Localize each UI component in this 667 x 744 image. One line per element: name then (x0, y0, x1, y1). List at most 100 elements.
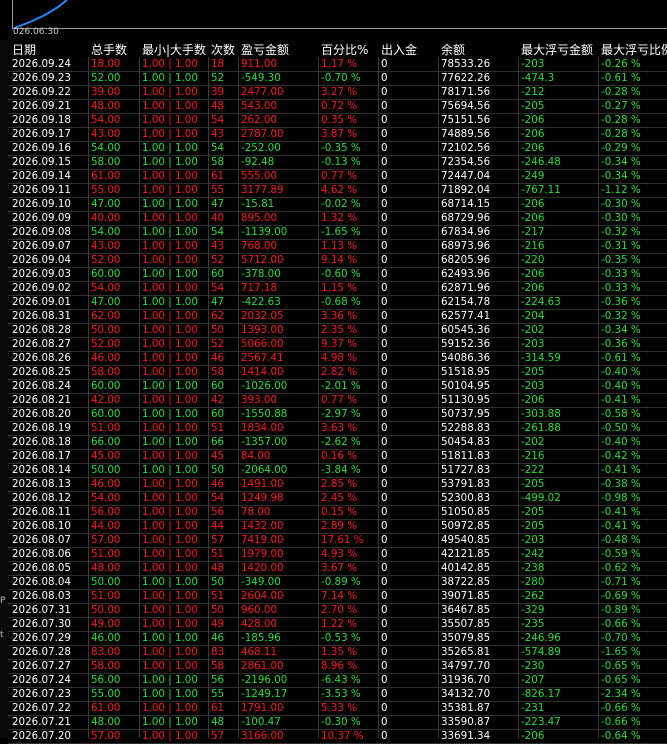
table-row[interactable]: 2026.08.12 54.00 1.00 | 1.00 54 1249.98 2.45 … (8, 491, 667, 506)
table-row[interactable]: 2026.07.28 83.00 1.00 | 1.00 83 468.11 1.35 %… (8, 645, 667, 660)
table-row[interactable]: 2026.09.09 40.00 1.00 | 1.00 40 895.00 1.32 %… (8, 211, 667, 226)
col-header-min-max-lots[interactable]: 最小|大手数 (142, 41, 206, 58)
cell-balance: 75694.56 (441, 100, 491, 112)
cell-date: 2026.08.12 (12, 492, 71, 504)
table-row[interactable]: 2026.09.16 54.00 1.00 | 1.00 54 -252.00 -0.35… (8, 141, 667, 156)
col-header-max-float-loss-pct[interactable]: 最大浮亏比例 (601, 41, 667, 58)
cell-max-float-loss-pct: -0.31 % (601, 240, 641, 252)
table-row[interactable]: 2026.09.15 58.00 1.00 | 1.00 58 -92.48 -0.13 … (8, 155, 667, 170)
table-row[interactable]: 2026.07.21 48.00 1.00 | 1.00 48 -100.47 -0.30… (8, 715, 667, 730)
cell-deposit-withdraw: 0 (381, 520, 388, 532)
table-row[interactable]: 2026.08.05 48.00 1.00 | 1.00 48 1420.00 3.67 … (8, 561, 667, 576)
table-row[interactable]: 2026.09.04 52.00 1.00 | 1.00 52 5712.00 9.14 … (8, 253, 667, 268)
cell-max-float-loss-pct: -0.32 % (601, 226, 641, 238)
table-row[interactable]: 2026.08.17 45.00 1.00 | 1.00 45 84.00 0.16 % 0… (8, 449, 667, 464)
table-row[interactable]: 2026.08.25 58.00 1.00 | 1.00 58 1414.00 2.82 … (8, 365, 667, 380)
table-row[interactable]: 2026.07.22 61.00 1.00 | 1.00 61 1791.00 5.33 … (8, 701, 667, 716)
table-row[interactable]: 2026.07.27 58.00 1.00 | 1.00 58 2861.00 8.96 … (8, 659, 667, 674)
cell-percent: 17.61 % (321, 534, 364, 546)
table-row[interactable]: 2026.08.28 50.00 1.00 | 1.00 50 1393.00 2.35 … (8, 323, 667, 338)
table-row[interactable]: 2026.09.18 54.00 1.00 | 1.00 54 262.00 0.35 %… (8, 113, 667, 128)
cell-total-lots: 39.00 (91, 86, 121, 98)
cell-date: 2026.08.31 (12, 310, 71, 322)
table-row[interactable]: 2026.08.14 50.00 1.00 | 1.00 50 -2064.00 -3.8… (8, 463, 667, 478)
table-row[interactable]: 2026.09.24 18.00 1.00 | 1.00 18 911.00 1.17 %… (8, 57, 667, 72)
table-row[interactable]: 2026.08.07 57.00 1.00 | 1.00 57 7419.00 17.61… (8, 533, 667, 548)
cell-deposit-withdraw: 0 (381, 254, 388, 266)
cell-deposit-withdraw: 0 (381, 86, 388, 98)
cell-percent: 0.77 % (321, 394, 357, 406)
col-header-count[interactable]: 次数 (211, 41, 235, 58)
table-row[interactable]: 2026.07.31 50.00 1.00 | 1.00 50 960.00 2.70 %… (8, 603, 667, 618)
cell-pnl: -378.00 (241, 268, 281, 280)
col-header-percent[interactable]: 百分比% (321, 41, 368, 58)
table-row[interactable]: 2026.08.13 46.00 1.00 | 1.00 46 1491.00 2.85 … (8, 477, 667, 492)
table-row[interactable]: 2026.09.08 54.00 1.00 | 1.00 54 -1139.00 -1.6… (8, 225, 667, 240)
table-row[interactable]: 2026.08.18 66.00 1.00 | 1.00 66 -1357.00 -2.6… (8, 435, 667, 450)
cell-total-lots: 54.00 (91, 282, 121, 294)
col-header-balance[interactable]: 余额 (441, 41, 465, 58)
table-row[interactable]: 2026.08.06 51.00 1.00 | 1.00 51 1979.00 4.93 … (8, 547, 667, 562)
col-header-total-lots[interactable]: 总手数 (91, 41, 127, 58)
table-row[interactable]: 2026.08.20 60.00 1.00 | 1.00 60 -1550.88 -2.9… (8, 407, 667, 422)
table-row[interactable]: 2026.07.24 56.00 1.00 | 1.00 56 -2196.00 -6.4… (8, 673, 667, 688)
cell-max-float-loss: -574.89 (521, 646, 561, 658)
table-row[interactable]: 2026.08.21 42.00 1.00 | 1.00 42 393.00 0.77 %… (8, 393, 667, 408)
table-row[interactable]: 2026.09.17 43.00 1.00 | 1.00 43 2787.00 3.87 … (8, 127, 667, 142)
cell-date: 2026.08.26 (12, 352, 71, 364)
table-row[interactable]: 2026.07.30 49.00 1.00 | 1.00 49 428.00 1.22 %… (8, 617, 667, 632)
table-row[interactable]: 2026.08.03 51.00 1.00 | 1.00 51 2604.00 7.14 … (8, 589, 667, 604)
table-row[interactable]: 2026.07.20 57.00 1.00 | 1.00 57 3166.00 10.37… (8, 729, 667, 744)
cell-deposit-withdraw: 0 (381, 730, 388, 742)
cell-total-lots: 50.00 (91, 576, 121, 588)
cell-total-lots: 46.00 (91, 478, 121, 490)
cell-deposit-withdraw: 0 (381, 674, 388, 686)
cell-max-float-loss-pct: -0.36 % (601, 338, 641, 350)
col-header-max-float-loss[interactable]: 最大浮亏金额 (521, 41, 593, 58)
cell-count: 62 (211, 310, 225, 322)
table-row[interactable]: 2026.08.19 51.00 1.00 | 1.00 51 1834.00 3.63 … (8, 421, 667, 436)
table-row[interactable]: 2026.09.11 55.00 1.00 | 1.00 55 3177.89 4.62 … (8, 183, 667, 198)
table-row[interactable]: 2026.09.14 61.00 1.00 | 1.00 61 555.00 0.77 %… (8, 169, 667, 184)
cell-pnl: -422.63 (241, 296, 281, 308)
cell-deposit-withdraw: 0 (381, 436, 388, 448)
col-header-pnl[interactable]: 盈亏金额 (241, 41, 289, 58)
table-row[interactable]: 2026.09.23 52.00 1.00 | 1.00 52 -549.30 -0.70… (8, 71, 667, 86)
left-panel-edge: P t (0, 40, 8, 738)
cell-total-lots: 56.00 (91, 506, 121, 518)
col-header-date[interactable]: 日期 (12, 41, 36, 58)
cell-deposit-withdraw: 0 (381, 464, 388, 476)
table-row[interactable]: 2026.08.27 52.00 1.00 | 1.00 52 5066.00 9.37 … (8, 337, 667, 352)
table-row[interactable]: 2026.08.11 56.00 1.00 | 1.00 56 78.00 0.15 % 0… (8, 505, 667, 520)
cell-date: 2026.09.01 (12, 296, 71, 308)
cell-max-float-loss: -206 (521, 282, 545, 294)
table-row[interactable]: 2026.08.04 50.00 1.00 | 1.00 50 -349.00 -0.89… (8, 575, 667, 590)
table-row[interactable]: 2026.09.07 43.00 1.00 | 1.00 43 768.00 1.13 %… (8, 239, 667, 254)
table-row[interactable]: 2026.09.01 47.00 1.00 | 1.00 47 -422.63 -0.68… (8, 295, 667, 310)
cell-date: 2026.08.05 (12, 562, 71, 574)
cell-count: 50 (211, 324, 225, 336)
cell-deposit-withdraw: 0 (381, 394, 388, 406)
cell-total-lots: 62.00 (91, 310, 121, 322)
cell-deposit-withdraw: 0 (381, 618, 388, 630)
col-header-deposit-withdraw[interactable]: 出入金 (381, 41, 417, 58)
cell-min-max-lots: 1.00 | 1.00 (142, 618, 198, 630)
table-row[interactable]: 2026.09.21 48.00 1.00 | 1.00 48 543.00 0.72 %… (8, 99, 667, 114)
table-row[interactable]: 2026.09.10 47.00 1.00 | 1.00 47 -15.81 -0.02 … (8, 197, 667, 212)
cell-total-lots: 55.00 (91, 688, 121, 700)
cell-count: 47 (211, 198, 225, 210)
table-row[interactable]: 2026.07.23 55.00 1.00 | 1.00 55 -1249.17 -3.5… (8, 687, 667, 702)
table-row[interactable]: 2026.08.10 44.00 1.00 | 1.00 44 1432.00 2.89 … (8, 519, 667, 534)
table-row[interactable]: 2026.09.22 39.00 1.00 | 1.00 39 2477.00 3.27 … (8, 85, 667, 100)
table-row[interactable]: 2026.08.31 62.00 1.00 | 1.00 62 2032.05 3.36 … (8, 309, 667, 324)
cell-deposit-withdraw: 0 (381, 282, 388, 294)
cell-date: 2026.08.03 (12, 590, 71, 602)
column-divider (208, 57, 209, 738)
table-row[interactable]: 2026.08.26 46.00 1.00 | 1.00 46 2567.41 4.98 … (8, 351, 667, 366)
table-row[interactable]: 2026.09.03 60.00 1.00 | 1.00 60 -378.00 -0.60… (8, 267, 667, 282)
cell-min-max-lots: 1.00 | 1.00 (142, 716, 198, 728)
table-row[interactable]: 2026.08.24 60.00 1.00 | 1.00 60 -1026.00 -2.0… (8, 379, 667, 394)
table-row[interactable]: 2026.07.29 46.00 1.00 | 1.00 46 -185.96 -0.53… (8, 631, 667, 646)
cell-deposit-withdraw: 0 (381, 716, 388, 728)
table-row[interactable]: 2026.09.02 54.00 1.00 | 1.00 54 717.18 1.15 %… (8, 281, 667, 296)
